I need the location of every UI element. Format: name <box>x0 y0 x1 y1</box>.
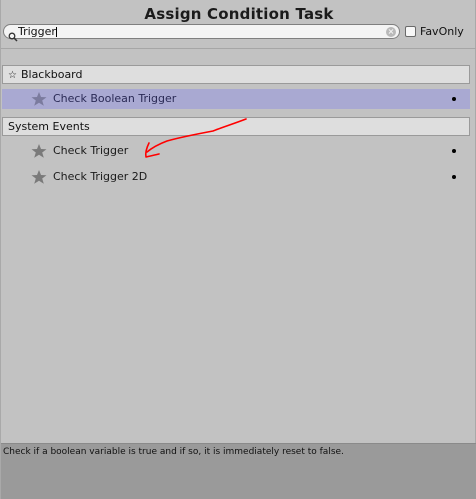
search-icon <box>8 27 18 42</box>
search-field[interactable]: × <box>3 24 400 42</box>
bullet-dot <box>452 97 456 101</box>
list-item-check-boolean-trigger[interactable]: Check Boolean Trigger <box>2 89 470 109</box>
text-caret <box>56 27 57 37</box>
favorite-star-icon[interactable] <box>31 144 47 158</box>
item-label: Check Boolean Trigger <box>53 92 177 105</box>
window-title: Assign Condition Task <box>144 5 334 23</box>
category-label: System Events <box>8 120 90 133</box>
list-item-check-trigger-2d[interactable]: Check Trigger 2D <box>2 167 470 187</box>
fav-only-label[interactable]: FavOnly <box>420 25 464 38</box>
list-item-check-trigger[interactable]: Check Trigger <box>2 141 470 161</box>
assign-condition-task-window: Assign Condition Task × FavOnly ☆Blackbo… <box>0 0 476 499</box>
category-label: Blackboard <box>20 68 83 81</box>
category-header-system-events[interactable]: System Events <box>2 117 470 136</box>
task-description: Check if a boolean variable is true and … <box>1 443 476 499</box>
fav-only-checkbox[interactable] <box>405 26 416 37</box>
favorite-star-icon[interactable] <box>31 92 47 106</box>
search-divider <box>1 48 476 49</box>
item-label: Check Trigger 2D <box>53 170 148 183</box>
star-icon: ☆ <box>8 70 17 81</box>
category-header-blackboard[interactable]: ☆ Blackboard <box>2 65 470 84</box>
bullet-dot <box>452 149 456 153</box>
item-label: Check Trigger <box>53 144 129 157</box>
search-input[interactable] <box>18 25 378 38</box>
search-row: × FavOnly <box>2 24 476 42</box>
clear-search-icon[interactable]: × <box>386 27 396 37</box>
bullet-dot <box>452 175 456 179</box>
favorite-star-icon[interactable] <box>31 170 47 184</box>
